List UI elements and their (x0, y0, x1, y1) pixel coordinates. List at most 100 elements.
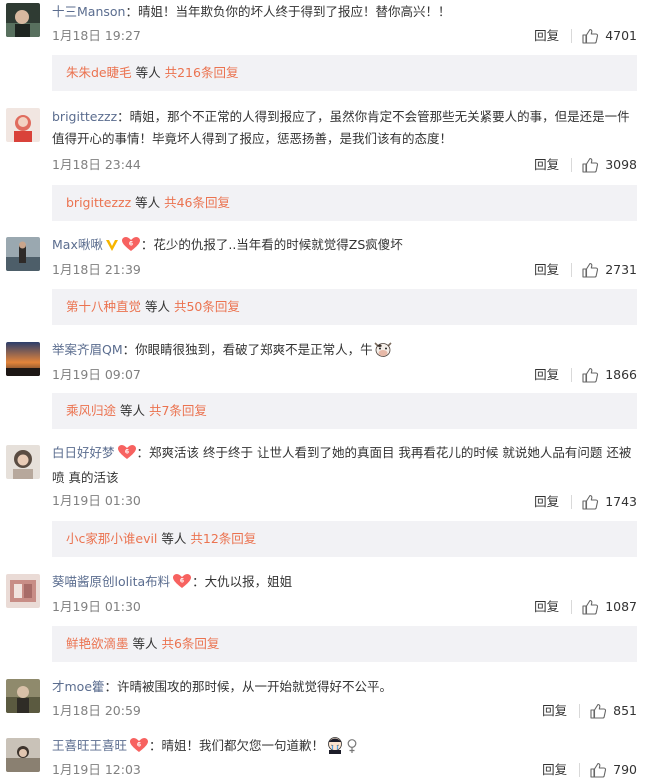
like-icon[interactable] (581, 27, 599, 45)
reply-button[interactable]: 回复 (534, 262, 559, 278)
comment-time: 1月18日 19:27 (52, 28, 141, 43)
svg-text:6: 6 (180, 578, 184, 585)
svg-text:6: 6 (137, 742, 141, 749)
sub-reply-users[interactable]: 第十八种直觉 (66, 299, 141, 314)
sub-reply-count[interactable]: 共12条回复 (190, 531, 256, 546)
avatar[interactable] (6, 237, 40, 271)
comment-time: 1月19日 12:03 (52, 762, 141, 777)
like-count: 1743 (605, 494, 637, 509)
sub-reply-users[interactable]: 鲜艳欲滴墨 (66, 636, 129, 651)
reply-button[interactable]: 回复 (542, 762, 567, 778)
sub-reply-mid: 等人 (131, 65, 165, 80)
like-count: 1087 (605, 599, 637, 614)
divider (571, 29, 573, 43)
avatar[interactable] (6, 738, 40, 772)
divider (579, 763, 581, 777)
reply-button[interactable]: 回复 (534, 494, 559, 510)
sub-reply-mid: 等人 (141, 299, 174, 314)
comment-text-line: 举案齐眉QM：你眼睛很独到，看破了郑爽不是正常人，牛 (52, 339, 637, 365)
like-count: 790 (613, 762, 637, 777)
cow-emoji-icon (373, 340, 393, 365)
vip-heart-badge-icon: 6 (121, 236, 141, 259)
sub-reply-count[interactable]: 共216条回复 (165, 65, 239, 80)
comment-actions: 回复 2731 (534, 261, 637, 279)
like-icon[interactable] (581, 261, 599, 279)
comment-text-line: Max啾啾 6 ：花少的仇报了..当年看的时候就觉得ZS疯傻坏 (52, 234, 637, 259)
sub-reply-users[interactable]: 朱朱de睫毛 (66, 65, 132, 80)
reply-button[interactable]: 回复 (534, 367, 559, 383)
comment-actions: 回复 1866 (534, 366, 637, 384)
crying-person-emoji-icon (324, 736, 346, 761)
sub-reply-mid: 等人 (116, 403, 149, 418)
avatar[interactable] (6, 108, 40, 142)
comment-actions: 回复 851 (542, 702, 637, 720)
username[interactable]: 十三Manson (52, 4, 125, 19)
female-sign-icon (346, 738, 358, 761)
sub-reply-count[interactable]: 共50条回复 (174, 299, 240, 314)
svg-text:6: 6 (124, 449, 128, 456)
sub-reply-count[interactable]: 共46条回复 (164, 195, 230, 210)
divider (571, 158, 573, 172)
divider (571, 600, 573, 614)
sub-replies-bar[interactable]: 朱朱de睫毛 等人 共216条回复 (52, 55, 637, 91)
sub-reply-mid: 等人 (128, 636, 162, 651)
comment-time: 1月19日 01:30 (52, 493, 141, 508)
reply-button[interactable]: 回复 (542, 703, 567, 719)
verified-v-icon (105, 237, 119, 259)
like-icon[interactable] (589, 761, 607, 779)
comment-text-line: 葵喵酱原创lolita布料 6 ：大仇以报，姐姐 (52, 571, 637, 596)
like-count: 851 (613, 703, 637, 718)
comment-body: ：晴姐！当年欺负你的坏人终于得到了报应！替你高兴！！ (125, 4, 451, 19)
avatar[interactable] (6, 3, 40, 37)
sub-replies-bar[interactable]: 小c家那小谁evil 等人 共12条回复 (52, 521, 637, 557)
username[interactable]: brigittezzz (52, 109, 117, 124)
vip-heart-badge-icon: 6 (117, 444, 137, 467)
like-count: 2731 (605, 262, 637, 277)
username[interactable]: 王喜旺王喜旺 (52, 738, 127, 753)
sub-replies-bar[interactable]: brigittezzz 等人 共46条回复 (52, 185, 637, 221)
divider (571, 368, 573, 382)
comment-time: 1月19日 09:07 (52, 367, 141, 382)
comment-time: 1月18日 21:39 (52, 262, 141, 277)
comment-body: ：大仇以报，姐姐 (192, 574, 293, 589)
comment-body: ：晴姐，那个不正常的人得到报应了，虽然你肯定不会管那些无关紧要人的事，但是还是一… (52, 109, 630, 146)
sub-replies-bar[interactable]: 鲜艳欲滴墨 等人 共6条回复 (52, 626, 637, 662)
like-count: 4701 (605, 28, 637, 43)
like-icon[interactable] (581, 366, 599, 384)
sub-reply-users[interactable]: brigittezzz (66, 195, 131, 210)
reply-button[interactable]: 回复 (534, 157, 559, 173)
username[interactable]: 才moe籗 (52, 679, 105, 694)
comment-body: ：郑爽活该 终于终于 让世人看到了她的真面目 我再看花儿的时候 就说她人品有问题… (52, 445, 632, 485)
like-icon[interactable] (581, 598, 599, 616)
username[interactable]: Max啾啾 (52, 237, 103, 252)
vip-heart-badge-icon: 6 (129, 737, 149, 760)
comment-body: ：许晴被围攻的那时候，从一开始就觉得好不公平。 (104, 679, 393, 694)
reply-button[interactable]: 回复 (534, 28, 559, 44)
like-icon[interactable] (581, 493, 599, 511)
comment-text-line: 十三Manson：晴姐！当年欺负你的坏人终于得到了报应！替你高兴！！ (52, 1, 637, 23)
sub-reply-count[interactable]: 共7条回复 (149, 403, 207, 418)
avatar[interactable] (6, 574, 40, 608)
sub-reply-users[interactable]: 小c家那小谁evil (66, 531, 157, 546)
like-count: 3098 (605, 157, 637, 172)
comment-actions: 回复 1087 (534, 598, 637, 616)
sub-reply-users[interactable]: 乘风归途 (66, 403, 116, 418)
comment-text-line: 白日好好梦 6 ：郑爽活该 终于终于 让世人看到了她的真面目 我再看花儿的时候 就说… (52, 442, 637, 489)
comment-body: ：晴姐！我们都欠您一句道歉！ (149, 738, 325, 753)
sub-replies-bar[interactable]: 第十八种直觉 等人 共50条回复 (52, 289, 637, 325)
avatar[interactable] (6, 342, 40, 376)
like-icon[interactable] (589, 702, 607, 720)
reply-button[interactable]: 回复 (534, 599, 559, 615)
sub-replies-bar[interactable]: 乘风归途 等人 共7条回复 (52, 393, 637, 429)
divider (571, 495, 573, 509)
divider (579, 704, 581, 718)
sub-reply-count[interactable]: 共6条回复 (161, 636, 219, 651)
username[interactable]: 举案齐眉QM (52, 342, 123, 357)
avatar[interactable] (6, 445, 40, 479)
username[interactable]: 葵喵酱原创lolita布料 (52, 574, 170, 589)
like-icon[interactable] (581, 156, 599, 174)
vip-heart-badge-icon: 6 (172, 573, 192, 596)
comment-body: ：花少的仇报了..当年看的时候就觉得ZS疯傻坏 (140, 237, 403, 252)
username[interactable]: 白日好好梦 (52, 445, 115, 460)
avatar[interactable] (6, 679, 40, 713)
